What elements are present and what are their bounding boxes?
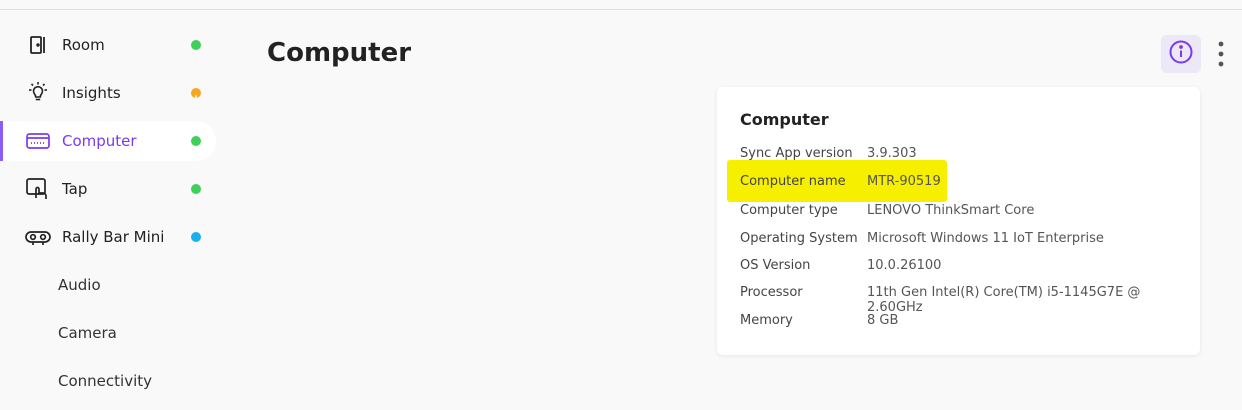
- more-vertical-icon: [1213, 41, 1229, 73]
- top-divider: [0, 9, 1242, 10]
- page-title: Computer: [267, 38, 412, 68]
- info-row-sync-app-version: Sync App version 3.9.303: [740, 146, 1180, 166]
- card-title: Computer: [740, 110, 829, 129]
- sidebar-item-room[interactable]: Room: [0, 25, 216, 65]
- info-button[interactable]: [1161, 35, 1201, 73]
- info-row-key: Processor: [740, 285, 803, 300]
- status-dot: [191, 232, 201, 242]
- lightbulb-icon: [25, 80, 51, 106]
- sidebar-subitem-camera[interactable]: Camera: [0, 313, 216, 353]
- status-dot: [191, 184, 201, 194]
- sidebar-item-label: Computer: [62, 132, 137, 150]
- status-dot: [191, 40, 201, 50]
- info-row-key: Operating System: [740, 231, 858, 246]
- sidebar-subitem-label: Camera: [58, 324, 117, 342]
- sidebar-subitem-label: Connectivity: [58, 372, 152, 390]
- more-options-button[interactable]: [1213, 39, 1229, 69]
- info-icon: [1168, 39, 1194, 69]
- sidebar-item-rally-bar-mini[interactable]: Rally Bar Mini: [0, 217, 216, 257]
- sidebar-item-insights[interactable]: Insights: [0, 73, 216, 113]
- info-row-value: 11th Gen Intel(R) Core(TM) i5-1145G7E @ …: [867, 285, 1141, 315]
- touch-panel-icon: [25, 176, 51, 202]
- info-row-value: MTR-90519: [867, 174, 941, 189]
- door-icon: [25, 32, 51, 58]
- computer-icon: [25, 128, 51, 154]
- sidebar-subitem-audio[interactable]: Audio: [0, 265, 216, 305]
- info-row-processor: Processor 11th Gen Intel(R) Core(TM) i5-…: [740, 285, 1180, 315]
- sidebar-subitem-label: Audio: [58, 276, 101, 294]
- sidebar-item-label: Insights: [62, 84, 121, 102]
- info-row-value: LENOVO ThinkSmart Core: [867, 203, 1035, 218]
- info-row-value: 10.0.26100: [867, 258, 942, 273]
- info-row-os-version: OS Version 10.0.26100: [740, 258, 1180, 278]
- sidebar-item-label: Rally Bar Mini: [62, 228, 165, 246]
- sidebar-item-computer[interactable]: Computer: [0, 121, 216, 161]
- sidebar: Room Insights Computer Tap Rally Bar Min…: [0, 25, 216, 409]
- info-row-key: Computer type: [740, 203, 838, 218]
- camera-bar-icon: [25, 224, 51, 250]
- info-row-computer-type: Computer type LENOVO ThinkSmart Core: [740, 203, 1180, 223]
- info-row-memory: Memory 8 GB: [740, 313, 1180, 333]
- info-row-key: Sync App version: [740, 146, 853, 161]
- info-row-operating-system: Operating System Microsoft Windows 11 Io…: [740, 231, 1180, 251]
- info-row-computer-name: Computer name MTR-90519: [740, 174, 1180, 194]
- sidebar-subitem-connectivity[interactable]: Connectivity: [0, 361, 216, 401]
- info-row-value: 3.9.303: [867, 146, 917, 161]
- info-row-value: 8 GB: [867, 313, 899, 328]
- info-row-key: OS Version: [740, 258, 811, 273]
- sidebar-item-label: Room: [62, 36, 105, 54]
- sidebar-item-label: Tap: [62, 180, 88, 198]
- sidebar-item-tap[interactable]: Tap: [0, 169, 216, 209]
- computer-info-card: Computer Sync App version 3.9.303 Comput…: [717, 87, 1200, 355]
- info-row-value: Microsoft Windows 11 IoT Enterprise: [867, 231, 1104, 246]
- info-row-key: Computer name: [740, 174, 846, 189]
- warning-status-icon: [191, 88, 201, 102]
- status-dot: [191, 136, 201, 146]
- info-row-key: Memory: [740, 313, 793, 328]
